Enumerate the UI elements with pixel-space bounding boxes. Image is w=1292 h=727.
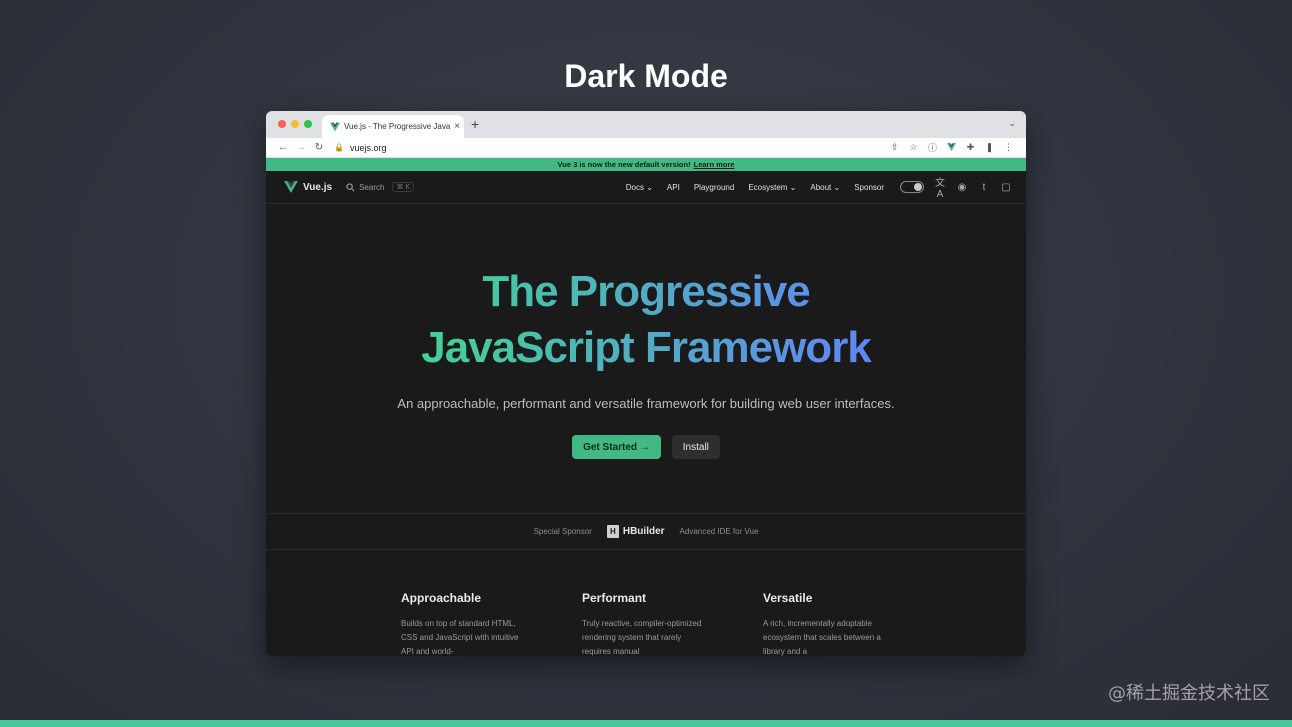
feature-title: Versatile	[763, 591, 813, 605]
minimize-window-button[interactable]	[291, 120, 299, 128]
url-text: vuejs.org	[349, 142, 387, 153]
feature-text: Builds on top of standard HTML, CSS and …	[401, 619, 519, 656]
vue-logo-icon	[284, 181, 298, 193]
sponsor-label: Special Sponsor	[533, 527, 592, 536]
moon-icon	[914, 183, 922, 191]
forward-button[interactable]: →	[292, 142, 310, 153]
new-tab-button[interactable]: +	[471, 116, 479, 132]
hero-title-line-2: JavaScript Framework	[266, 320, 1026, 376]
watermark: @稀土掘金技术社区	[1108, 683, 1270, 704]
twitter-icon[interactable]: t	[978, 182, 990, 193]
close-window-button[interactable]	[278, 120, 286, 128]
search-button[interactable]: Search ⌘ K	[346, 182, 415, 192]
browser-window: Vue.js - The Progressive JavaS × + ⌄ ← →…	[266, 111, 1026, 656]
sponsor-brand: HBuilder	[622, 526, 665, 537]
tab-bar: Vue.js - The Progressive JavaS × + ⌄	[266, 111, 1026, 138]
feature-text: Truly reactive, compiler-optimized rende…	[582, 619, 702, 656]
feature-title: Approachable	[401, 591, 482, 605]
github-icon[interactable]: ◉	[956, 182, 968, 193]
hero-title-line-1: The Progressive	[266, 264, 1026, 320]
hero-actions: Get Started → Install	[266, 435, 1026, 459]
slide-title: Dark Mode	[564, 58, 728, 94]
tab-title: Vue.js - The Progressive JavaS	[344, 122, 450, 131]
search-label: Search	[359, 182, 385, 192]
hero-section: The Progressive JavaScript Framework An …	[266, 204, 1026, 459]
profile-avatar-icon[interactable]: ❚	[980, 142, 999, 153]
install-button[interactable]: Install	[671, 435, 720, 459]
vue-devtools-icon[interactable]	[942, 142, 961, 153]
feature-text: A rich, incrementally adoptable ecosyste…	[763, 619, 881, 656]
browser-tab[interactable]: Vue.js - The Progressive JavaS ×	[322, 115, 464, 138]
nav-playground[interactable]: Playground	[694, 183, 734, 192]
hero-subtitle: An approachable, performant and versatil…	[397, 396, 895, 411]
maximize-window-button[interactable]	[304, 120, 312, 128]
sponsor-tagline: Advanced IDE for Vue	[679, 527, 759, 536]
special-sponsor-bar: Special Sponsor H HBuilder Advanced IDE …	[266, 513, 1026, 550]
bottom-accent-bar	[0, 720, 1292, 727]
feature-performant: Performant Truly reactive, compiler-opti…	[582, 591, 763, 656]
tab-close-icon[interactable]: ×	[450, 121, 464, 132]
lock-icon: 🔒	[334, 143, 344, 152]
address-bar: ← → ↻ 🔒 vuejs.org ⇪ ☆ ⓘ ✚ ❚ ⋮	[266, 138, 1026, 158]
banner-text: Vue 3 is now the new default version!	[557, 160, 691, 169]
extensions-puzzle-icon[interactable]: ✚	[961, 142, 980, 153]
banner-learn-more-link[interactable]: Learn more	[694, 160, 735, 169]
announcement-banner: Vue 3 is now the new default version! Le…	[266, 158, 1026, 171]
feature-title: Performant	[582, 591, 647, 605]
dark-mode-toggle[interactable]	[900, 181, 924, 193]
info-extension-icon[interactable]: ⓘ	[923, 141, 942, 154]
feature-versatile: Versatile A rich, incrementally adoptabl…	[763, 591, 944, 656]
bookmark-star-icon[interactable]: ☆	[904, 142, 923, 153]
nav-api[interactable]: API	[667, 183, 680, 192]
reload-button[interactable]: ↻	[310, 142, 328, 153]
discord-icon[interactable]: ▢	[1000, 182, 1012, 193]
get-started-button[interactable]: Get Started →	[572, 435, 661, 459]
browser-menu-icon[interactable]: ⋮	[999, 142, 1018, 153]
site-navbar: Vue.js Search ⌘ K Docs ⌄ API Playground …	[266, 171, 1026, 204]
translate-icon[interactable]: 文A	[934, 174, 946, 200]
nav-docs[interactable]: Docs ⌄	[626, 183, 653, 192]
share-icon[interactable]: ⇪	[885, 142, 904, 153]
url-field[interactable]: 🔒 vuejs.org	[334, 140, 885, 156]
nav-menu: Docs ⌄ API Playground Ecosystem ⌄ About …	[612, 174, 1012, 200]
vue-favicon-icon	[330, 122, 340, 131]
tab-search-chevron-icon[interactable]: ⌄	[1008, 118, 1016, 129]
vue-logo[interactable]: Vue.js	[284, 181, 332, 193]
nav-about[interactable]: About ⌄	[810, 183, 840, 192]
logo-text: Vue.js	[303, 181, 333, 193]
back-button[interactable]: ←	[274, 142, 292, 153]
feature-approachable: Approachable Builds on top of standard H…	[401, 591, 582, 656]
search-icon	[346, 182, 355, 191]
hbuilder-sponsor-link[interactable]: H HBuilder	[606, 525, 665, 538]
nav-sponsor[interactable]: Sponsor	[854, 183, 884, 192]
hbuilder-logo-icon: H	[606, 525, 619, 538]
features-section: Approachable Builds on top of standard H…	[401, 591, 944, 656]
search-shortcut: ⌘ K	[392, 182, 415, 192]
nav-ecosystem[interactable]: Ecosystem ⌄	[748, 183, 796, 192]
